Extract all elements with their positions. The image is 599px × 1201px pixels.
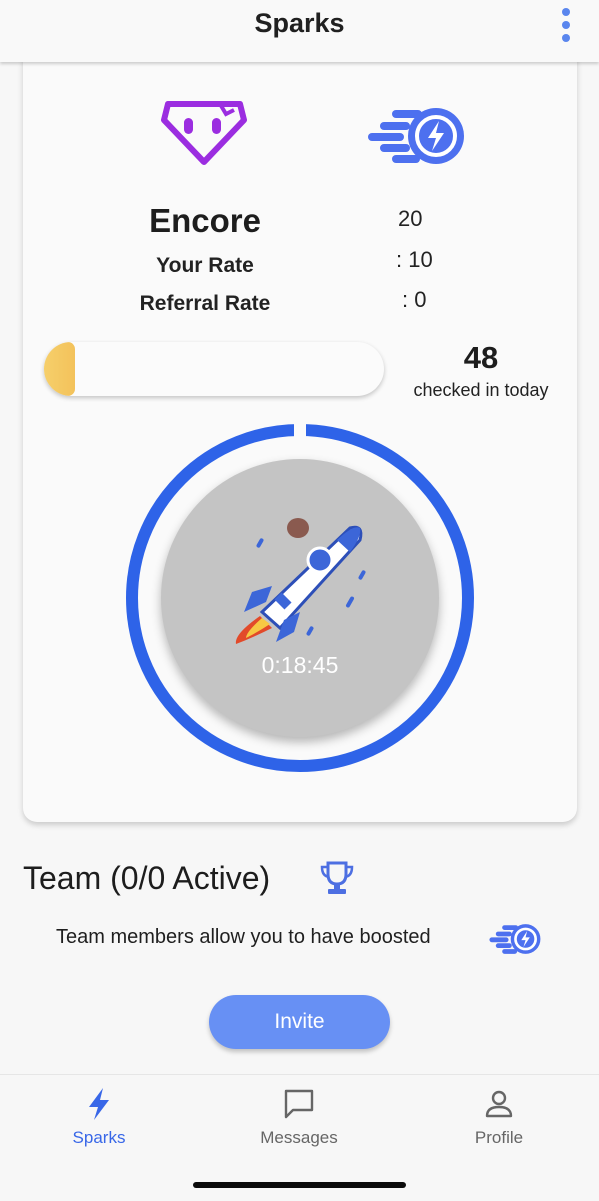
- nav-label-messages: Messages: [260, 1128, 338, 1147]
- page-title: Sparks: [254, 8, 345, 38]
- bolt-icon: [89, 1088, 109, 1120]
- checkin-progress-bar: [44, 342, 384, 396]
- nav-label-sparks: Sparks: [72, 1128, 126, 1147]
- referral-rate-value: : 0: [402, 287, 427, 312]
- nav-label-profile: Profile: [474, 1128, 524, 1147]
- gem-icon: [161, 101, 247, 165]
- timer-display: 0:18:45: [261, 652, 339, 678]
- user-name: Encore: [149, 202, 261, 239]
- invite-button[interactable]: Invite: [209, 995, 390, 1049]
- checked-in-label: checked in today: [413, 380, 549, 400]
- nav-item-profile[interactable]: Profile: [434, 1087, 564, 1148]
- chat-icon: [284, 1089, 314, 1119]
- app-header: Sparks: [0, 0, 599, 62]
- boost-small-icon: [489, 924, 541, 954]
- team-title: Team (0/0 Active): [23, 860, 271, 896]
- more-options-icon[interactable]: [556, 4, 576, 44]
- name-value: 20: [398, 206, 423, 231]
- referral-rate-label: Referral Rate: [139, 292, 271, 315]
- person-icon: [485, 1090, 513, 1118]
- nav-item-sparks[interactable]: Sparks: [34, 1087, 164, 1148]
- checked-in-count: 48: [463, 340, 499, 375]
- rocket-icon: [235, 518, 366, 644]
- nav-item-messages[interactable]: Messages: [234, 1087, 364, 1148]
- your-rate-label: Your Rate: [156, 254, 254, 277]
- team-description: Team members allow you to have boosted: [56, 926, 431, 948]
- boost-icon: [368, 108, 464, 164]
- trophy-icon[interactable]: [320, 860, 354, 896]
- your-rate-value: : 10: [396, 247, 433, 272]
- home-indicator: [193, 1182, 406, 1188]
